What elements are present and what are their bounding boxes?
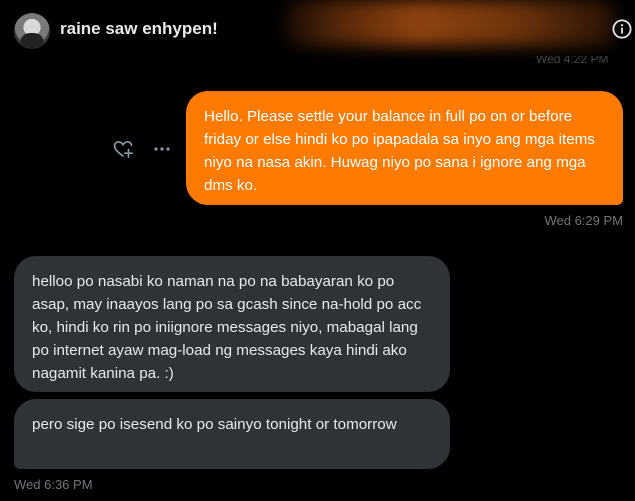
more-horizontal-icon[interactable] xyxy=(152,139,172,159)
user-avatar[interactable] xyxy=(14,13,50,49)
message-actions xyxy=(112,138,172,160)
conversation-title[interactable]: raine saw enhypen! xyxy=(60,19,218,39)
info-icon[interactable] xyxy=(612,19,632,39)
heart-plus-icon[interactable] xyxy=(112,138,134,160)
redacted-area xyxy=(285,0,615,46)
incoming-message[interactable]: pero sige po isesend ko po sainyo tonigh… xyxy=(14,399,450,469)
outgoing-message[interactable]: Hello. Please settle your balance in ful… xyxy=(186,91,623,205)
conversation-header: raine saw enhypen! xyxy=(0,0,635,62)
message-timestamp: Wed 6:29 PM xyxy=(544,213,623,228)
message-timestamp: Wed 6:36 PM xyxy=(14,477,93,492)
incoming-message[interactable]: helloo po nasabi ko naman na po na babay… xyxy=(14,256,450,392)
